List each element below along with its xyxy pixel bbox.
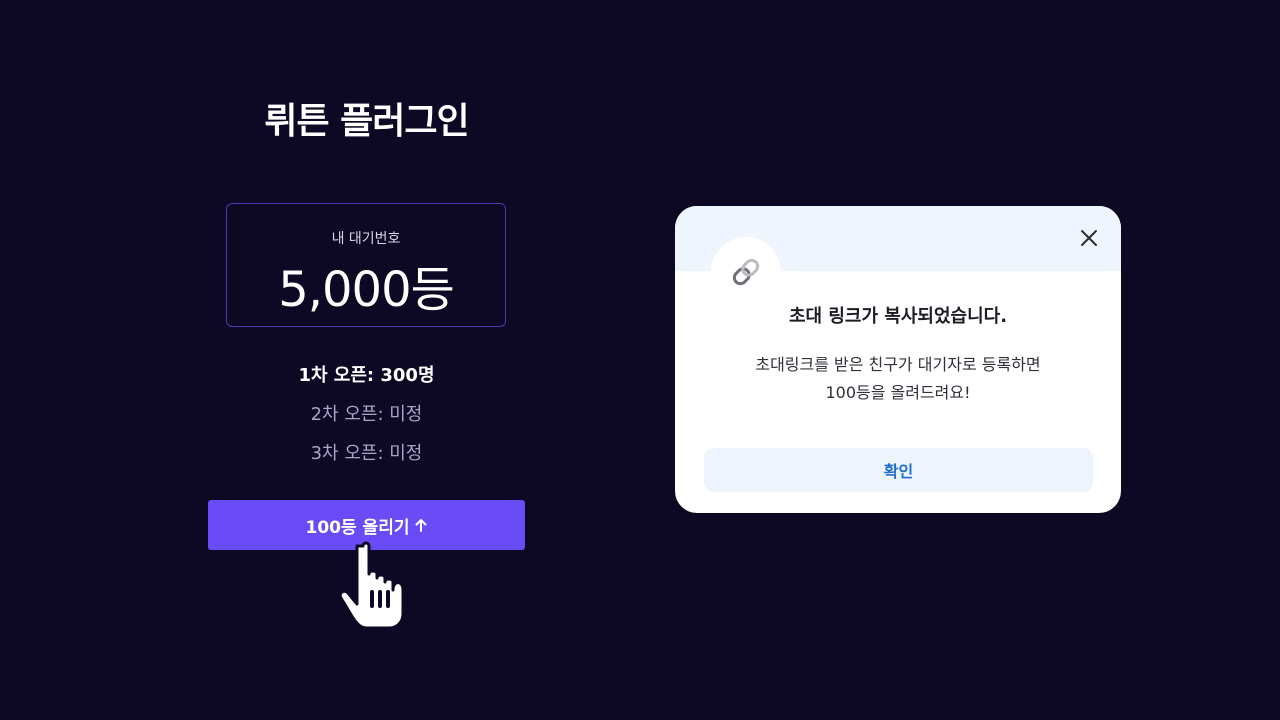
waitlist-rank-card: 내 대기번호 5,000등 [226, 203, 506, 327]
open-item-1: 1차 오픈: 300명 [298, 365, 435, 386]
page-title: 뤼튼 플러그인 [264, 101, 469, 142]
close-button[interactable] [1075, 224, 1103, 252]
rank-label: 내 대기번호 [331, 231, 401, 247]
confirm-button[interactable]: 확인 [704, 448, 1093, 492]
pointer-hand-icon [338, 541, 405, 630]
dialog-message: 초대링크를 받은 친구가 대기자로 등록하면 100등을 올려드려요! [675, 351, 1121, 407]
dialog-message-line-2: 100등을 올려드려요! [825, 383, 971, 402]
boost-button-label: 100등 올리기 [305, 517, 410, 538]
app-frame: 뤼튼 플러그인 내 대기번호 5,000등 1차 오픈: 300명 2차 오픈:… [0, 0, 1280, 720]
open-item-3: 3차 오픈: 미정 [310, 443, 423, 464]
link-icon-badge [711, 237, 781, 307]
arrow-up-icon [415, 519, 427, 532]
dialog-message-line-1: 초대링크를 받은 친구가 대기자로 등록하면 [755, 355, 1041, 374]
invite-copied-dialog: 초대 링크가 복사되었습니다. 초대링크를 받은 친구가 대기자로 등록하면 1… [675, 206, 1121, 513]
open-schedule-list: 1차 오픈: 300명 2차 오픈: 미정 3차 오픈: 미정 [208, 362, 525, 479]
open-item-2: 2차 오픈: 미정 [310, 404, 423, 425]
dialog-title: 초대 링크가 복사되었습니다. [788, 306, 1008, 327]
link-icon [732, 258, 760, 286]
close-icon [1081, 230, 1097, 246]
rank-value: 5,000등 [278, 262, 455, 318]
